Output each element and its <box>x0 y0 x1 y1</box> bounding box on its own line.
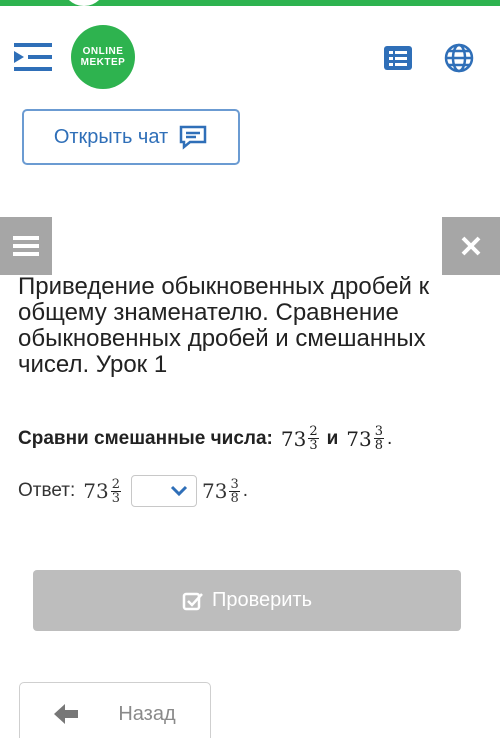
check-button[interactable]: Проверить <box>33 570 461 631</box>
mixed-number-first: 73 2 3 <box>281 425 319 452</box>
numerator: 3 <box>373 424 385 439</box>
answer-label: Ответ: <box>18 480 76 501</box>
logo-line2: MEKTEP <box>80 57 126 68</box>
chat-icon <box>179 125 207 150</box>
answer-mixed-number-first: 73 2 3 <box>83 476 122 506</box>
denominator: 8 <box>230 490 239 506</box>
task-connector: и <box>326 427 339 449</box>
denominator: 3 <box>309 438 318 453</box>
hamburger-icon <box>13 236 39 256</box>
logo-line1: ONLINE <box>82 46 124 57</box>
denominator: 3 <box>111 490 121 506</box>
task-statement: Сравни смешанные числа: 73 2 3 и 73 3 8 … <box>18 425 488 452</box>
fraction: 2 3 <box>308 424 319 453</box>
task-prompt: Сравни смешанные числа: <box>18 427 273 449</box>
whole-part: 73 <box>280 426 307 451</box>
menu-toggle-icon[interactable] <box>14 40 52 74</box>
lesson-menu-button[interactable] <box>0 217 52 275</box>
arrow-left-icon <box>54 704 79 724</box>
online-mektep-logo[interactable]: ONLINE MEKTEP <box>71 25 135 89</box>
whole-part: 73 <box>346 426 372 451</box>
open-chat-button[interactable]: Открыть чат <box>22 109 240 165</box>
back-button[interactable]: Назад <box>19 682 211 738</box>
answer-end-mark: . <box>242 480 249 501</box>
fraction: 2 3 <box>110 476 122 506</box>
numerator: 3 <box>229 476 240 492</box>
answer-mixed-number-second: 73 3 8 <box>202 478 240 505</box>
close-icon <box>461 236 481 256</box>
numerator: 2 <box>308 424 319 439</box>
globe-icon[interactable] <box>441 40 477 76</box>
fraction: 3 8 <box>373 424 385 453</box>
checkbox-icon <box>182 592 203 610</box>
mixed-number-second: 73 3 8 <box>346 424 385 453</box>
open-chat-label: Открыть чат <box>53 125 169 148</box>
whole-part: 73 <box>83 479 109 503</box>
list-icon[interactable] <box>380 40 416 76</box>
answer-row: Ответ: 73 2 3 73 3 8 . <box>18 475 488 507</box>
task-end-mark: . <box>387 427 393 449</box>
comparison-select[interactable] <box>131 475 198 507</box>
lesson-title: Приведение обыкновенных дробей к общему … <box>18 273 430 378</box>
check-button-label: Проверить <box>211 589 313 611</box>
close-button[interactable] <box>442 217 500 275</box>
chevron-down-icon <box>170 485 188 497</box>
fraction: 3 8 <box>229 476 240 506</box>
denominator: 8 <box>374 438 384 453</box>
whole-part: 73 <box>202 479 228 503</box>
numerator: 2 <box>110 476 122 492</box>
back-button-label: Назад <box>118 702 176 725</box>
